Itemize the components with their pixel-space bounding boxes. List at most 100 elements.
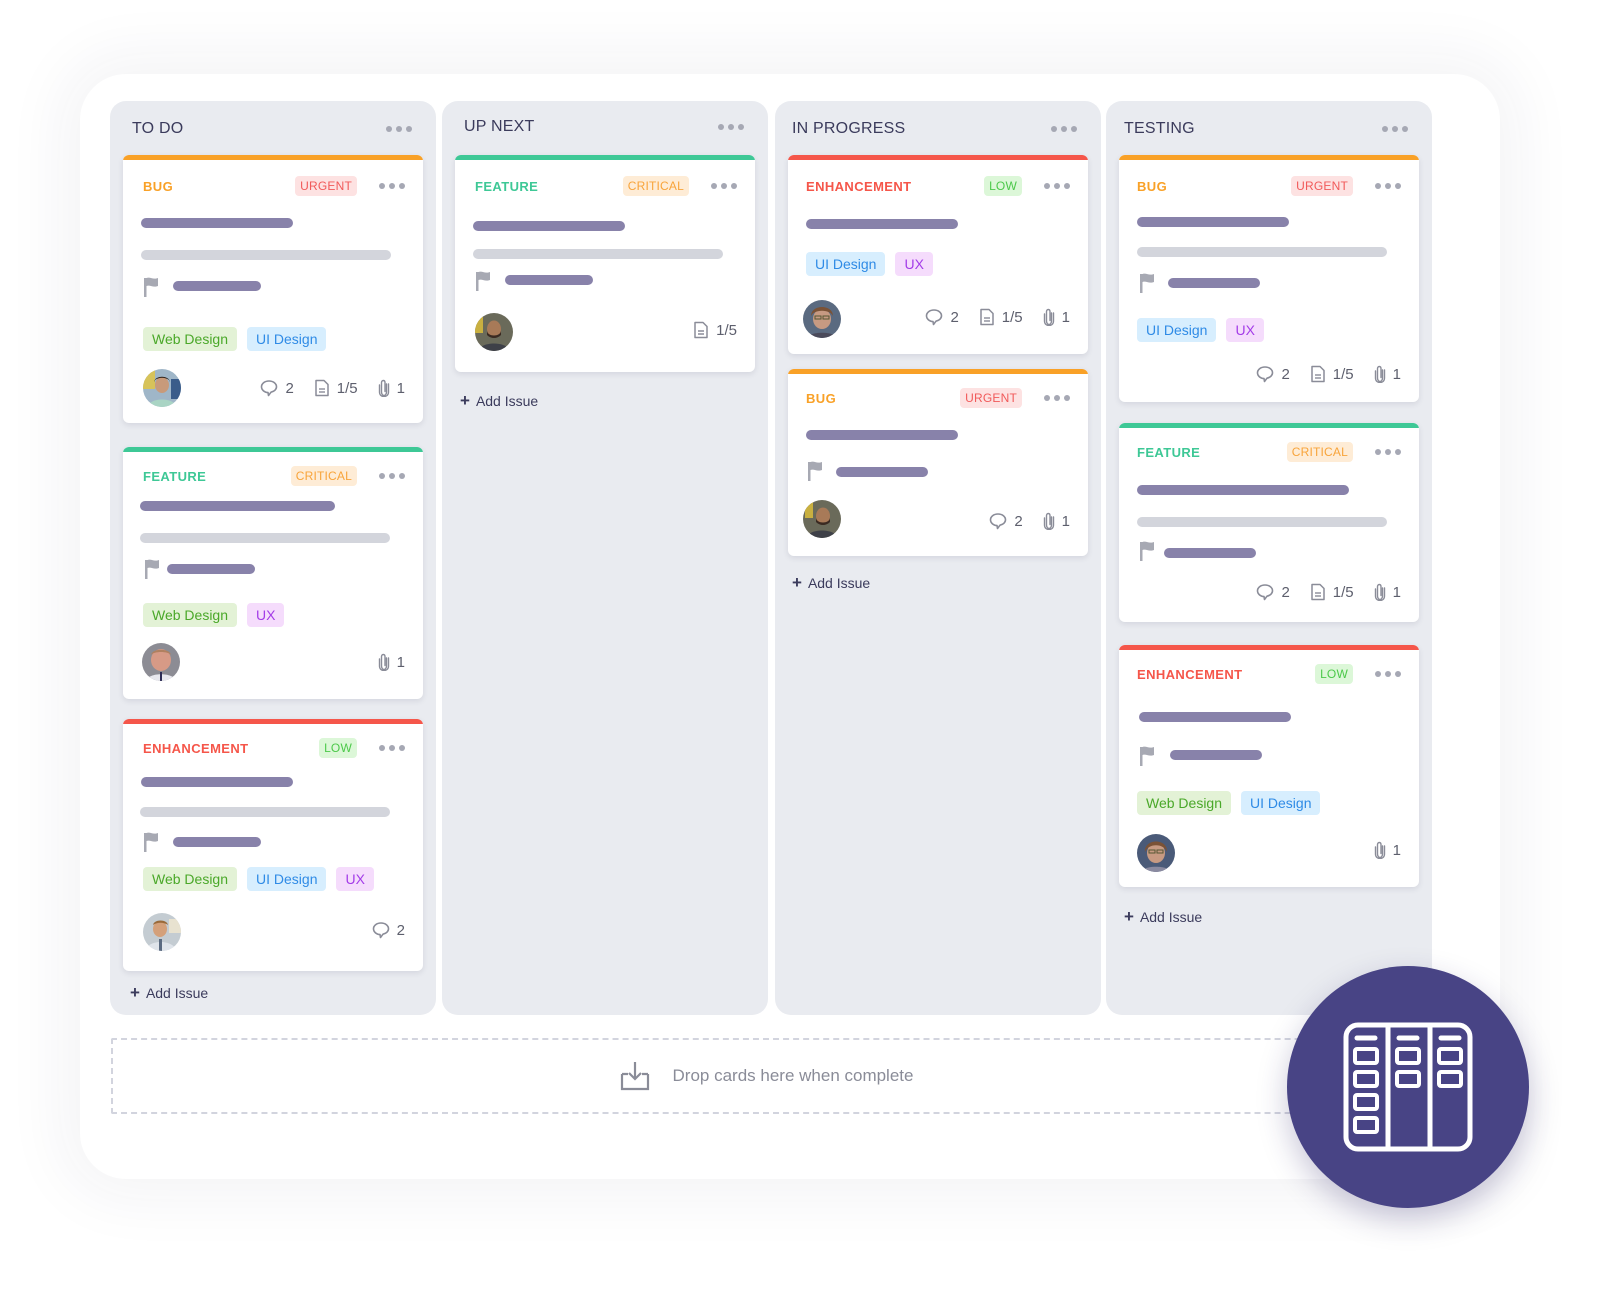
add-issue-button[interactable]: + Add Issue bbox=[792, 573, 870, 593]
paperclip-icon bbox=[378, 653, 390, 671]
dropzone-label: Drop cards here when complete bbox=[672, 1066, 914, 1085]
plus-icon: + bbox=[130, 983, 140, 1002]
priority-badge: LOW bbox=[984, 176, 1022, 196]
column-menu-button[interactable] bbox=[714, 120, 748, 134]
tag[interactable]: UX bbox=[1226, 318, 1264, 342]
attachments-count[interactable]: 1 bbox=[378, 379, 405, 397]
column-to-do: TO DO BUG URGENT Web Design UI Design 2 … bbox=[110, 101, 436, 1015]
tag[interactable]: UI Design bbox=[806, 252, 886, 276]
milestone-placeholder bbox=[167, 564, 255, 574]
title-placeholder bbox=[1139, 712, 1291, 722]
card-color-bar bbox=[788, 155, 1088, 160]
assignee-avatar[interactable] bbox=[803, 300, 841, 338]
milestone-placeholder bbox=[505, 275, 593, 285]
subtasks-count[interactable]: 1/5 bbox=[1310, 365, 1354, 383]
attachments-count[interactable]: 1 bbox=[1043, 308, 1070, 326]
flag-icon bbox=[807, 461, 825, 481]
tag[interactable]: UI Design bbox=[1241, 791, 1321, 815]
tag[interactable]: Web Design bbox=[143, 327, 238, 351]
column-menu-button[interactable] bbox=[382, 122, 416, 136]
assignee-avatar[interactable] bbox=[475, 313, 513, 351]
add-issue-button[interactable]: + Add Issue bbox=[460, 391, 538, 411]
attachments-count[interactable]: 1 bbox=[1374, 841, 1401, 859]
card-menu-button[interactable] bbox=[375, 469, 409, 483]
priority-badge: URGENT bbox=[295, 176, 357, 196]
tag[interactable]: UI Design bbox=[247, 327, 327, 351]
attachments-count[interactable]: 1 bbox=[1374, 365, 1401, 383]
tag[interactable]: UI Design bbox=[247, 867, 327, 891]
issue-card[interactable]: FEATURE CRITICAL Web Design UX 1 bbox=[123, 447, 423, 699]
comments-count[interactable]: 2 bbox=[989, 512, 1023, 530]
column-testing: TESTING BUG URGENT UI Design UX 2 1/5 1 … bbox=[1106, 101, 1432, 1015]
card-menu-button[interactable] bbox=[1371, 445, 1405, 459]
assignee-avatar[interactable] bbox=[143, 913, 181, 951]
card-color-bar bbox=[123, 719, 423, 724]
kanban-board-icon bbox=[1343, 1022, 1473, 1152]
tag[interactable]: UX bbox=[336, 867, 374, 891]
milestone-placeholder bbox=[1170, 750, 1262, 760]
flag-icon bbox=[143, 832, 161, 852]
card-menu-button[interactable] bbox=[375, 741, 409, 755]
tag-list: Web Design UI Design UX bbox=[143, 867, 374, 891]
issue-type: BUG bbox=[806, 390, 837, 406]
card-menu-button[interactable] bbox=[707, 179, 741, 193]
add-issue-button[interactable]: + Add Issue bbox=[130, 983, 208, 1003]
card-menu-button[interactable] bbox=[1040, 179, 1074, 193]
assignee-avatar[interactable] bbox=[1137, 834, 1175, 872]
flag-icon bbox=[475, 271, 493, 291]
description-placeholder bbox=[141, 250, 391, 260]
attachments-count[interactable]: 1 bbox=[378, 653, 405, 671]
column-menu-button[interactable] bbox=[1047, 122, 1081, 136]
title-placeholder bbox=[806, 219, 958, 229]
column-title: UP NEXT bbox=[464, 118, 535, 135]
comments-count[interactable]: 2 bbox=[925, 308, 959, 326]
priority-badge: URGENT bbox=[1291, 176, 1353, 196]
issue-card[interactable]: BUG URGENT 2 1 bbox=[788, 369, 1088, 556]
description-placeholder bbox=[1137, 247, 1387, 257]
tag[interactable]: Web Design bbox=[143, 867, 238, 891]
completed-dropzone[interactable]: Drop cards here when complete bbox=[111, 1038, 1421, 1114]
comments-count[interactable]: 2 bbox=[1256, 583, 1290, 601]
title-placeholder bbox=[1137, 217, 1289, 227]
document-icon bbox=[693, 321, 709, 339]
tag[interactable]: UI Design bbox=[1137, 318, 1217, 342]
subtasks-count[interactable]: 1/5 bbox=[314, 379, 358, 397]
tag[interactable]: UX bbox=[895, 252, 933, 276]
assignee-avatar[interactable] bbox=[142, 643, 180, 681]
card-menu-button[interactable] bbox=[375, 179, 409, 193]
subtasks-count[interactable]: 1/5 bbox=[693, 321, 737, 339]
flag-icon bbox=[143, 277, 161, 297]
attachments-count[interactable]: 1 bbox=[1043, 512, 1070, 530]
tag[interactable]: Web Design bbox=[1137, 791, 1232, 815]
attachments-count[interactable]: 1 bbox=[1374, 583, 1401, 601]
issue-card[interactable]: FEATURE CRITICAL 2 1/5 1 bbox=[1119, 423, 1419, 622]
comments-count[interactable]: 2 bbox=[372, 921, 405, 939]
column-menu-button[interactable] bbox=[1378, 122, 1412, 136]
comment-icon bbox=[372, 921, 390, 939]
tag[interactable]: UX bbox=[247, 603, 285, 627]
issue-card[interactable]: ENHANCEMENT LOW UI Design UX 2 1/5 1 bbox=[788, 155, 1088, 354]
document-icon bbox=[314, 379, 330, 397]
assignee-avatar[interactable] bbox=[803, 500, 841, 538]
issue-card[interactable]: ENHANCEMENT LOW Web Design UI Design UX … bbox=[123, 719, 423, 971]
document-icon bbox=[1310, 365, 1326, 383]
priority-badge: CRITICAL bbox=[622, 176, 689, 196]
card-menu-button[interactable] bbox=[1371, 179, 1405, 193]
comments-count[interactable]: 2 bbox=[260, 379, 294, 397]
issue-card[interactable]: BUG URGENT UI Design UX 2 1/5 1 bbox=[1119, 155, 1419, 402]
issue-card[interactable]: ENHANCEMENT LOW Web Design UI Design 1 bbox=[1119, 645, 1419, 887]
flag-icon bbox=[144, 559, 162, 579]
assignee-avatar[interactable] bbox=[143, 369, 181, 407]
comment-icon bbox=[1256, 365, 1274, 383]
subtasks-count[interactable]: 1/5 bbox=[979, 308, 1023, 326]
subtasks-count[interactable]: 1/5 bbox=[1310, 583, 1354, 601]
card-menu-button[interactable] bbox=[1371, 667, 1405, 681]
comments-count[interactable]: 2 bbox=[1256, 365, 1290, 383]
issue-type: ENHANCEMENT bbox=[806, 178, 912, 194]
add-issue-button[interactable]: + Add Issue bbox=[1124, 907, 1202, 927]
card-menu-button[interactable] bbox=[1040, 391, 1074, 405]
tag[interactable]: Web Design bbox=[143, 603, 238, 627]
issue-card[interactable]: FEATURE CRITICAL 1/5 bbox=[455, 155, 755, 372]
column-title: IN PROGRESS bbox=[792, 120, 906, 137]
issue-card[interactable]: BUG URGENT Web Design UI Design 2 1/5 1 bbox=[123, 155, 423, 423]
